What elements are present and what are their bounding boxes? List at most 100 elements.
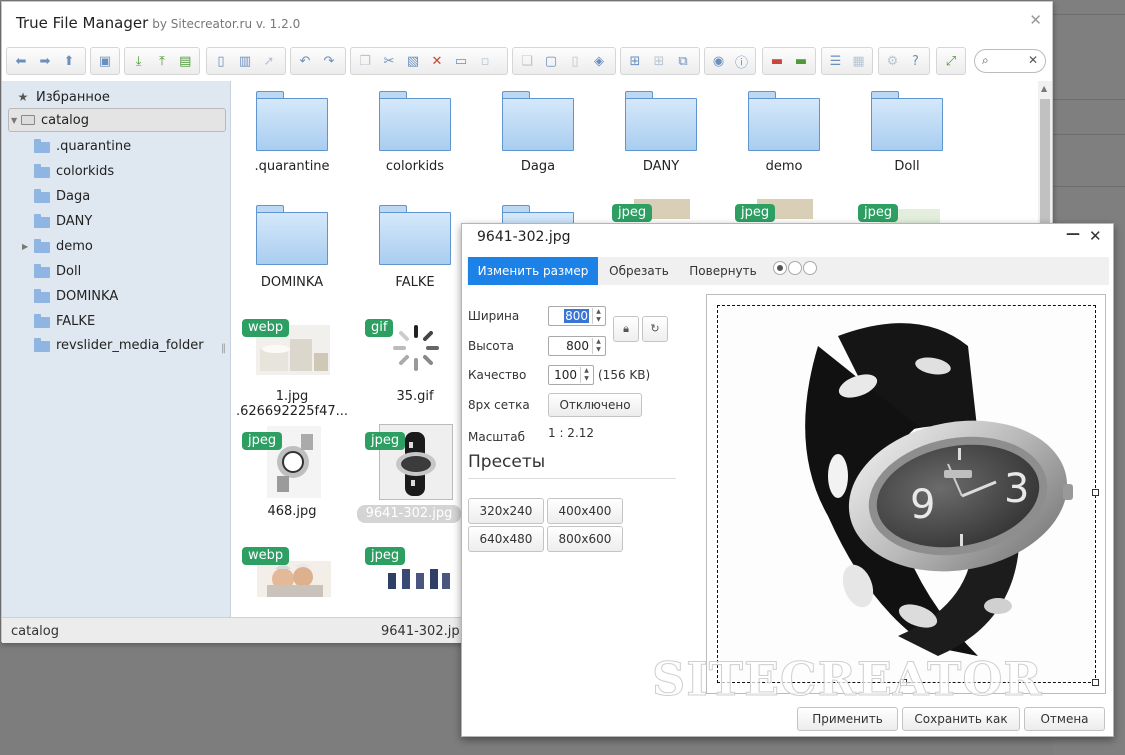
copy-icon[interactable]: ❐ (354, 50, 376, 72)
minimize-icon[interactable]: — (1066, 226, 1080, 242)
fullscreen-icon[interactable]: ⤢ (940, 50, 962, 72)
tree-folder-daga[interactable]: Daga (34, 185, 90, 207)
crop-selection[interactable] (717, 305, 1096, 683)
duplicate-icon[interactable]: ❏ (516, 50, 538, 72)
grid-label: 8px сетка (468, 398, 530, 412)
tree-folder-quarantine[interactable]: .quarantine (34, 135, 131, 157)
tree-folder-demo[interactable]: ▶ demo (22, 235, 93, 257)
scroll-up-icon[interactable]: ▲ (1041, 84, 1047, 93)
download-icon[interactable]: ⤓ (128, 50, 149, 72)
back-icon[interactable]: ⬅ (10, 50, 32, 72)
delete-icon[interactable]: ✕ (426, 50, 448, 72)
save-icon[interactable]: ▤ (175, 50, 196, 72)
up-icon[interactable]: ⬆ (58, 50, 80, 72)
tree-folder-dany[interactable]: DANY (34, 210, 92, 232)
item-label: .quarantine (254, 159, 330, 174)
computer-icon[interactable]: ▣ (94, 50, 116, 72)
bg-option-dark[interactable] (773, 261, 787, 275)
open-icon[interactable]: ▯ (210, 50, 232, 72)
quality-value: 100 (554, 368, 577, 382)
select-icon[interactable]: ➚ (258, 50, 280, 72)
folder-item[interactable]: Daga (478, 91, 598, 181)
folder-item[interactable]: colorkids (355, 91, 475, 181)
tab-crop[interactable]: Обрезать (599, 257, 679, 285)
upload-icon[interactable]: ⤒ (151, 50, 172, 72)
gear-icon[interactable]: ⚙ (882, 50, 903, 72)
tree-favorites[interactable]: ★ Избранное (8, 86, 110, 108)
disk-icon[interactable]: ▥ (234, 50, 256, 72)
folder-item[interactable]: DANY (601, 91, 721, 181)
expand-arrow-icon[interactable]: ▶ (22, 242, 34, 251)
folder-item[interactable]: DOMINKA (232, 205, 352, 295)
undo-icon[interactable]: ↶ (294, 50, 316, 72)
resize-image-icon[interactable]: ▬ (766, 50, 788, 72)
quality-spinner-icon[interactable]: ▲ ▼ (580, 367, 592, 383)
quality-input[interactable]: 100 ▲ ▼ (548, 365, 594, 385)
toolbar: ⬅ ➡ ⬆ ▣ ⤓ ⤒ ▤ ▯ ▥ ➚ ↶ ↷ ❐ ✂ ▧ ✕ ▭ ▫ ❏ ▢ … (6, 47, 1050, 77)
tree-folder-colorkids[interactable]: colorkids (34, 160, 114, 182)
lock-aspect-button[interactable]: 🔒︎ (613, 316, 639, 342)
paste-icon[interactable]: ▧ (402, 50, 424, 72)
grid-view-icon[interactable]: ⊞ (624, 50, 646, 72)
width-label: Ширина (468, 309, 520, 323)
folder-item[interactable]: demo (724, 91, 844, 181)
apply-button[interactable]: Применить (797, 707, 898, 731)
dialog-close-icon[interactable]: ✕ (1089, 227, 1102, 245)
preview-eye-icon[interactable]: ◉ (708, 50, 729, 72)
clear-search-icon[interactable]: ✕ (1028, 53, 1038, 67)
cut-icon[interactable]: ✂ (378, 50, 400, 72)
image-preview[interactable]: 9 3 (706, 294, 1106, 694)
tree-folder-doll[interactable]: Doll (34, 260, 81, 282)
image-thumbnail[interactable] (257, 561, 331, 597)
collapse-arrow-icon[interactable]: ▼ (11, 116, 21, 125)
resize-handle-corner[interactable] (1092, 679, 1099, 686)
list-view-icon[interactable]: ☰ (825, 50, 846, 72)
bg-option-white[interactable] (803, 261, 817, 275)
empty-icon[interactable]: ▫ (474, 50, 496, 72)
tiles-icon[interactable]: ⧉ (672, 50, 694, 72)
small-grid-icon[interactable]: ⊞ (648, 50, 670, 72)
rename-icon[interactable]: ▢ (540, 50, 562, 72)
grid-toggle-button[interactable]: Отключено (548, 393, 642, 417)
trash-icon[interactable]: ▭ (450, 50, 472, 72)
preset-320x240-button[interactable]: 320x240 (468, 498, 544, 524)
image-thumbnail[interactable] (384, 567, 454, 589)
height-spinner-icon[interactable]: ▲ ▼ (592, 338, 604, 354)
extract-icon[interactable]: ◈ (588, 50, 610, 72)
info-icon[interactable]: ⓘ (731, 50, 752, 72)
toolbar-info-group: ◉ ⓘ (704, 47, 756, 75)
folder-icon (34, 189, 50, 203)
help-icon[interactable]: ? (905, 50, 926, 72)
tree-root-row[interactable]: ▼ catalog (11, 109, 89, 131)
width-input[interactable]: 800 ▲ ▼ (548, 306, 606, 326)
folder-item[interactable] (478, 205, 598, 265)
tree-folder-falke[interactable]: FALKE (34, 310, 95, 332)
save-as-button[interactable]: Сохранить как (902, 707, 1020, 731)
search-input[interactable]: ⌕ ✕ (974, 49, 1046, 73)
folder-item[interactable]: FALKE (355, 205, 475, 295)
tab-resize[interactable]: Изменить размер (468, 257, 598, 285)
tab-rotate[interactable]: Повернуть (681, 257, 765, 285)
add-image-icon[interactable]: ▬ (790, 50, 812, 72)
resize-handle-right[interactable] (1092, 489, 1099, 496)
background-divider (1053, 134, 1125, 135)
bg-option-light[interactable] (788, 261, 802, 275)
folder-item[interactable]: Doll (847, 91, 967, 181)
cancel-button[interactable]: Отмена (1024, 707, 1105, 731)
folder-item[interactable]: .quarantine (232, 91, 352, 181)
preset-800x600-button[interactable]: 800x600 (547, 526, 623, 552)
folder-icon (256, 205, 328, 265)
width-spinner-icon[interactable]: ▲ ▼ (592, 308, 604, 324)
reset-size-button[interactable]: ↻ (642, 316, 668, 342)
columns-icon[interactable]: ▦ (848, 50, 869, 72)
tree-folder-revslider[interactable]: revslider_media_folder (34, 334, 204, 356)
preset-400x400-button[interactable]: 400x400 (547, 498, 623, 524)
preset-640x480-button[interactable]: 640x480 (468, 526, 544, 552)
window-close-icon[interactable]: ✕ (1029, 11, 1042, 29)
redo-icon[interactable]: ↷ (318, 50, 340, 72)
height-input[interactable]: 800 ▲ ▼ (548, 336, 606, 356)
new-file-icon[interactable]: ▯ (564, 50, 586, 72)
sidebar-resize-handle[interactable]: ‖ (221, 343, 226, 354)
forward-icon[interactable]: ➡ (34, 50, 56, 72)
tree-folder-dominka[interactable]: DOMINKA (34, 285, 118, 307)
